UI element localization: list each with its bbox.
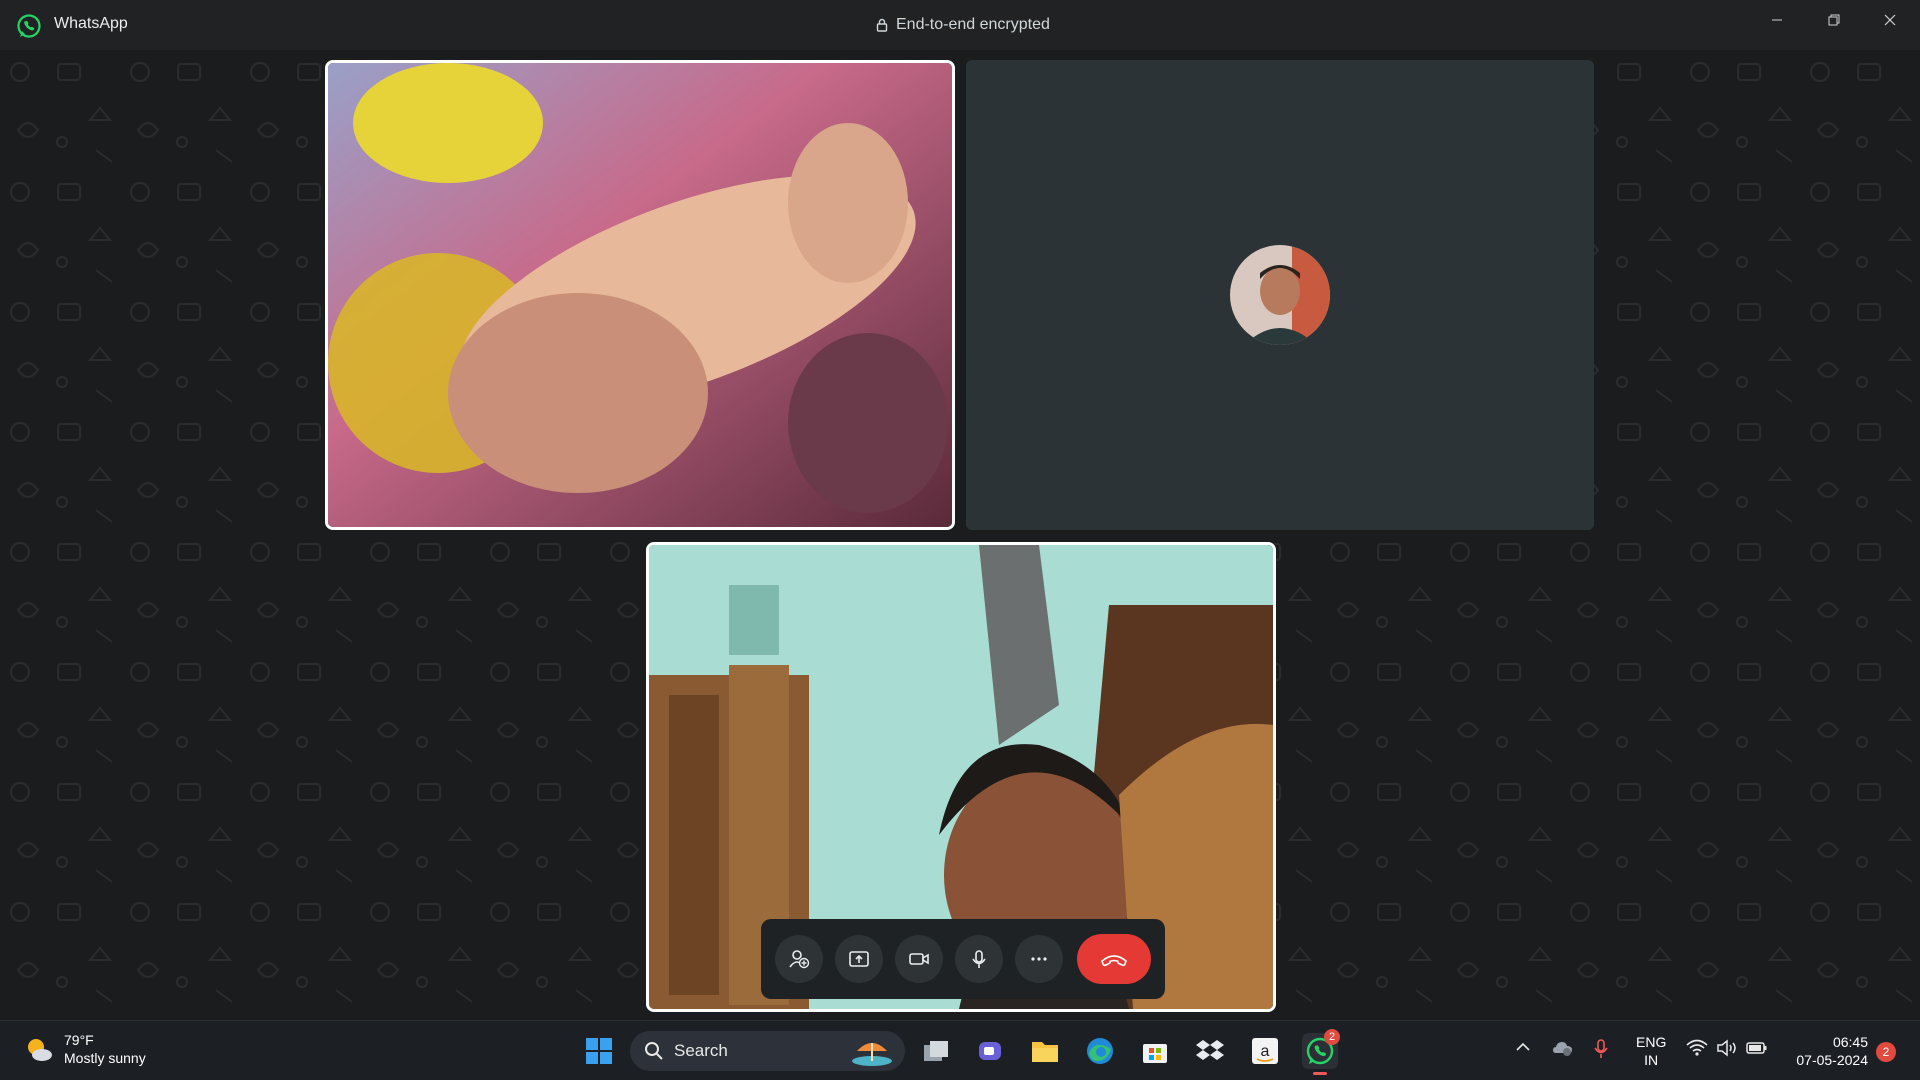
teams-button[interactable] xyxy=(972,1033,1008,1069)
microphone-icon xyxy=(972,950,986,968)
minimize-icon xyxy=(1772,19,1782,21)
minimize-button[interactable] xyxy=(1749,0,1805,40)
app-title: WhatsApp xyxy=(54,15,128,32)
teams-icon xyxy=(979,1042,1001,1060)
microphone-in-use-icon[interactable] xyxy=(1593,1039,1609,1059)
edge-icon xyxy=(1087,1038,1113,1064)
add-participant-button[interactable] xyxy=(775,935,823,983)
participant-video-tile[interactable] xyxy=(325,60,955,530)
store-icon xyxy=(1143,1044,1167,1063)
task-view-button[interactable] xyxy=(918,1033,954,1069)
dropbox-button[interactable] xyxy=(1192,1033,1228,1069)
svg-text:a: a xyxy=(1261,1043,1270,1060)
end-call-icon xyxy=(1101,955,1127,967)
windows-start-icon xyxy=(586,1038,612,1064)
weather-temperature: 79°F xyxy=(64,1032,94,1048)
close-button[interactable] xyxy=(1862,0,1918,40)
more-options-button[interactable] xyxy=(1015,935,1063,983)
whatsapp-logo-icon xyxy=(17,14,41,38)
self-video-tile[interactable] xyxy=(646,542,1276,1012)
task-view-icon xyxy=(924,1041,948,1061)
start-button[interactable] xyxy=(581,1033,617,1069)
microphone-button[interactable] xyxy=(955,935,1003,983)
participant-avatar-tile[interactable] xyxy=(966,60,1594,530)
notification-badge[interactable]: 2 xyxy=(1876,1042,1896,1062)
restore-icon xyxy=(1828,14,1840,26)
weather-widget[interactable]: 79°F Mostly sunny xyxy=(24,1031,146,1067)
weather-condition: Mostly sunny xyxy=(64,1050,146,1066)
beach-umbrella-icon xyxy=(852,1043,892,1066)
avatar xyxy=(1230,245,1330,345)
camera-icon xyxy=(909,953,929,965)
active-app-indicator xyxy=(1313,1072,1327,1075)
input-language[interactable]: ENG IN xyxy=(1636,1033,1666,1069)
show-hidden-icons-icon[interactable] xyxy=(1515,1039,1531,1055)
end-call-button[interactable] xyxy=(1077,934,1151,984)
more-options-icon xyxy=(1031,957,1047,961)
clock[interactable]: 06:45 07-05-2024 xyxy=(1780,1033,1868,1069)
add-participant-icon xyxy=(789,950,810,969)
dropbox-icon xyxy=(1196,1040,1224,1060)
share-screen-icon xyxy=(849,951,869,967)
taskbar-search[interactable]: Search xyxy=(630,1031,905,1071)
store-button[interactable] xyxy=(1137,1033,1173,1069)
amazon-button[interactable]: a xyxy=(1247,1033,1283,1069)
file-explorer-icon xyxy=(1032,1042,1058,1062)
encryption-label: End-to-end encrypted xyxy=(896,16,1050,33)
amazon-icon: a xyxy=(1252,1038,1278,1064)
wifi-icon[interactable] xyxy=(1686,1039,1708,1057)
search-icon xyxy=(645,1042,663,1060)
call-controls xyxy=(761,919,1165,999)
lock-icon xyxy=(876,18,888,32)
clock-date: 07-05-2024 xyxy=(1796,1052,1868,1068)
share-screen-button[interactable] xyxy=(835,935,883,983)
close-icon xyxy=(1884,14,1896,26)
call-area xyxy=(0,50,1920,1020)
camera-button[interactable] xyxy=(895,935,943,983)
whatsapp-badge: 2 xyxy=(1324,1029,1340,1045)
restore-button[interactable] xyxy=(1806,0,1862,40)
file-explorer-button[interactable] xyxy=(1027,1033,1063,1069)
language-line2: IN xyxy=(1644,1052,1659,1068)
title-bar: WhatsApp End-to-end encrypted xyxy=(0,0,1920,50)
search-placeholder: Search xyxy=(674,1041,728,1060)
whatsapp-taskbar-button[interactable]: 2 xyxy=(1302,1029,1340,1075)
edge-button[interactable] xyxy=(1082,1033,1118,1069)
battery-icon[interactable] xyxy=(1746,1039,1768,1057)
taskbar: 79°F Mostly sunny Search a 2 ENG IN 06:4… xyxy=(0,1020,1920,1080)
partly-sunny-icon xyxy=(28,1039,52,1061)
onedrive-icon[interactable] xyxy=(1552,1039,1574,1057)
encryption-status: End-to-end encrypted xyxy=(876,16,1050,34)
volume-icon[interactable] xyxy=(1716,1039,1738,1057)
language-line1: ENG xyxy=(1636,1034,1667,1050)
clock-time: 06:45 xyxy=(1832,1034,1868,1050)
participant-video-frame xyxy=(328,63,952,527)
